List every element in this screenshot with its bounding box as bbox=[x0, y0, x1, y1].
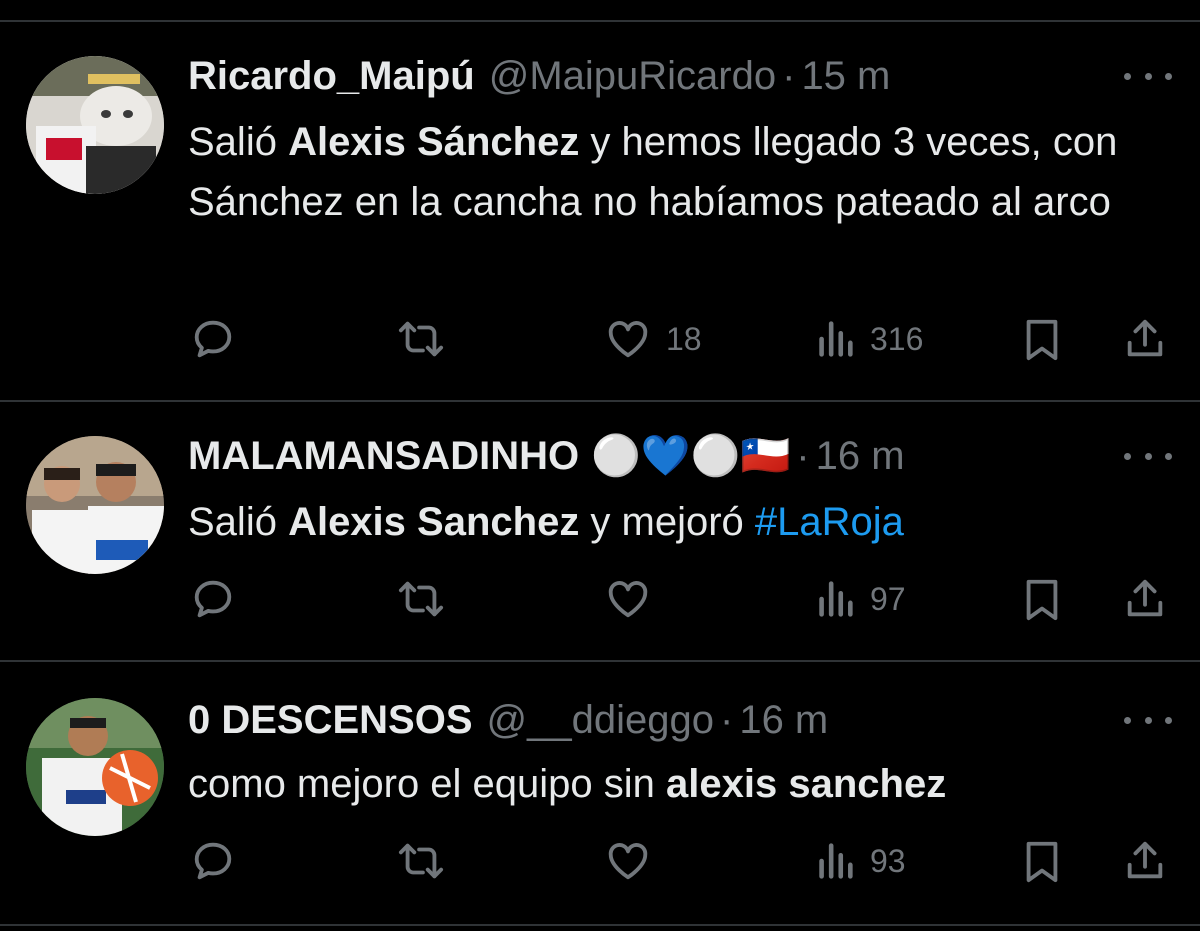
tweet-text: Salió Alexis Sánchez y hemos llegado 3 v… bbox=[188, 112, 1178, 232]
bookmark-button[interactable] bbox=[1022, 836, 1062, 886]
views-icon bbox=[819, 843, 853, 879]
retweet-icon bbox=[398, 843, 444, 879]
tweet-divider bbox=[0, 924, 1200, 926]
text-part: Salió bbox=[188, 120, 289, 164]
author-handle[interactable]: @MaipuRicardo bbox=[489, 52, 776, 100]
text-bold: Alexis Sánchez bbox=[288, 120, 580, 164]
timestamp[interactable]: 15 m bbox=[801, 52, 890, 100]
views-button[interactable]: 97 bbox=[814, 574, 906, 624]
like-button[interactable] bbox=[604, 574, 666, 624]
tweet-actions: 97 bbox=[0, 574, 1200, 624]
separator-dot: · bbox=[796, 434, 810, 478]
timestamp[interactable]: 16 m bbox=[739, 696, 828, 744]
reply-icon bbox=[194, 580, 232, 618]
views-button[interactable]: 316 bbox=[814, 314, 923, 364]
share-icon bbox=[1127, 841, 1163, 879]
more-icon[interactable] bbox=[1124, 446, 1172, 466]
author-name[interactable]: Ricardo_Maipú bbox=[188, 52, 475, 100]
more-icon[interactable] bbox=[1124, 710, 1172, 730]
tweet-actions: 93 bbox=[0, 836, 1200, 886]
reply-button[interactable] bbox=[190, 574, 250, 624]
reply-button[interactable] bbox=[190, 836, 250, 886]
like-button[interactable] bbox=[604, 836, 666, 886]
reply-icon bbox=[194, 842, 232, 880]
share-button[interactable] bbox=[1122, 574, 1168, 624]
text-bold: Alexis Sanchez bbox=[288, 500, 580, 544]
tweet-2[interactable]: MALAMANSADINHO ⚪💙⚪🇨🇱 · 16 m Salió Alexis… bbox=[0, 402, 1200, 660]
like-button[interactable]: 18 bbox=[604, 314, 702, 364]
like-count: 18 bbox=[666, 320, 702, 357]
tweet-text: Salió Alexis Sanchez y mejoró #LaRoja bbox=[188, 492, 1178, 552]
view-count: 316 bbox=[870, 320, 924, 357]
reply-icon bbox=[194, 320, 232, 358]
separator-dot: · bbox=[720, 698, 734, 742]
share-button[interactable] bbox=[1122, 836, 1168, 886]
hashtag-link[interactable]: #LaRoja bbox=[755, 500, 904, 544]
view-count: 93 bbox=[870, 842, 906, 879]
heart-icon bbox=[608, 321, 648, 358]
text-part: como mejoro el equipo sin bbox=[188, 762, 667, 806]
author-handle[interactable]: @__ddieggo bbox=[487, 696, 714, 744]
bookmark-button[interactable] bbox=[1022, 574, 1062, 624]
avatar-ricardo[interactable] bbox=[26, 56, 164, 194]
tweet-text: como mejoro el equipo sin alexis sanchez bbox=[188, 754, 1178, 814]
retweet-button[interactable] bbox=[396, 836, 460, 886]
tweet-1[interactable]: Ricardo_Maipú @MaipuRicardo · 15 m Salió… bbox=[0, 0, 1200, 400]
separator-dot: · bbox=[782, 54, 796, 98]
tweet-header: Ricardo_Maipú @MaipuRicardo · 15 m bbox=[188, 52, 890, 100]
avatar-descensos[interactable] bbox=[26, 698, 164, 836]
tweet-header: MALAMANSADINHO ⚪💙⚪🇨🇱 · 16 m bbox=[188, 432, 905, 480]
retweet-button[interactable] bbox=[396, 314, 460, 364]
heart-icon bbox=[608, 581, 648, 618]
views-icon bbox=[819, 321, 853, 357]
reply-button[interactable] bbox=[190, 314, 250, 364]
retweet-button[interactable] bbox=[396, 574, 460, 624]
retweet-icon bbox=[398, 321, 444, 357]
author-name[interactable]: MALAMANSADINHO bbox=[188, 432, 579, 480]
avatar-malamansadinho[interactable] bbox=[26, 436, 164, 574]
tweet-actions: 18 316 bbox=[0, 314, 1200, 364]
text-part: Salió bbox=[188, 500, 289, 544]
bookmark-icon bbox=[1026, 841, 1058, 883]
views-icon bbox=[819, 581, 853, 617]
share-icon bbox=[1127, 579, 1163, 617]
name-emoji: ⚪💙⚪🇨🇱 bbox=[591, 434, 791, 478]
timestamp[interactable]: 16 m bbox=[816, 432, 905, 480]
share-button[interactable] bbox=[1122, 314, 1168, 364]
views-button[interactable]: 93 bbox=[814, 836, 906, 886]
tweet-3[interactable]: 0 DESCENSOS @__ddieggo · 16 m como mejor… bbox=[0, 662, 1200, 924]
tweet-header: 0 DESCENSOS @__ddieggo · 16 m bbox=[188, 696, 828, 744]
share-icon bbox=[1127, 319, 1163, 357]
view-count: 97 bbox=[870, 580, 906, 617]
more-icon[interactable] bbox=[1124, 66, 1172, 86]
text-bold: alexis sanchez bbox=[666, 762, 947, 806]
bookmark-button[interactable] bbox=[1022, 314, 1062, 364]
heart-icon bbox=[608, 843, 648, 880]
retweet-icon bbox=[398, 581, 444, 617]
text-part: y mejoró bbox=[579, 500, 755, 544]
bookmark-icon bbox=[1026, 579, 1058, 621]
bookmark-icon bbox=[1026, 319, 1058, 361]
author-name[interactable]: 0 DESCENSOS bbox=[188, 696, 473, 744]
